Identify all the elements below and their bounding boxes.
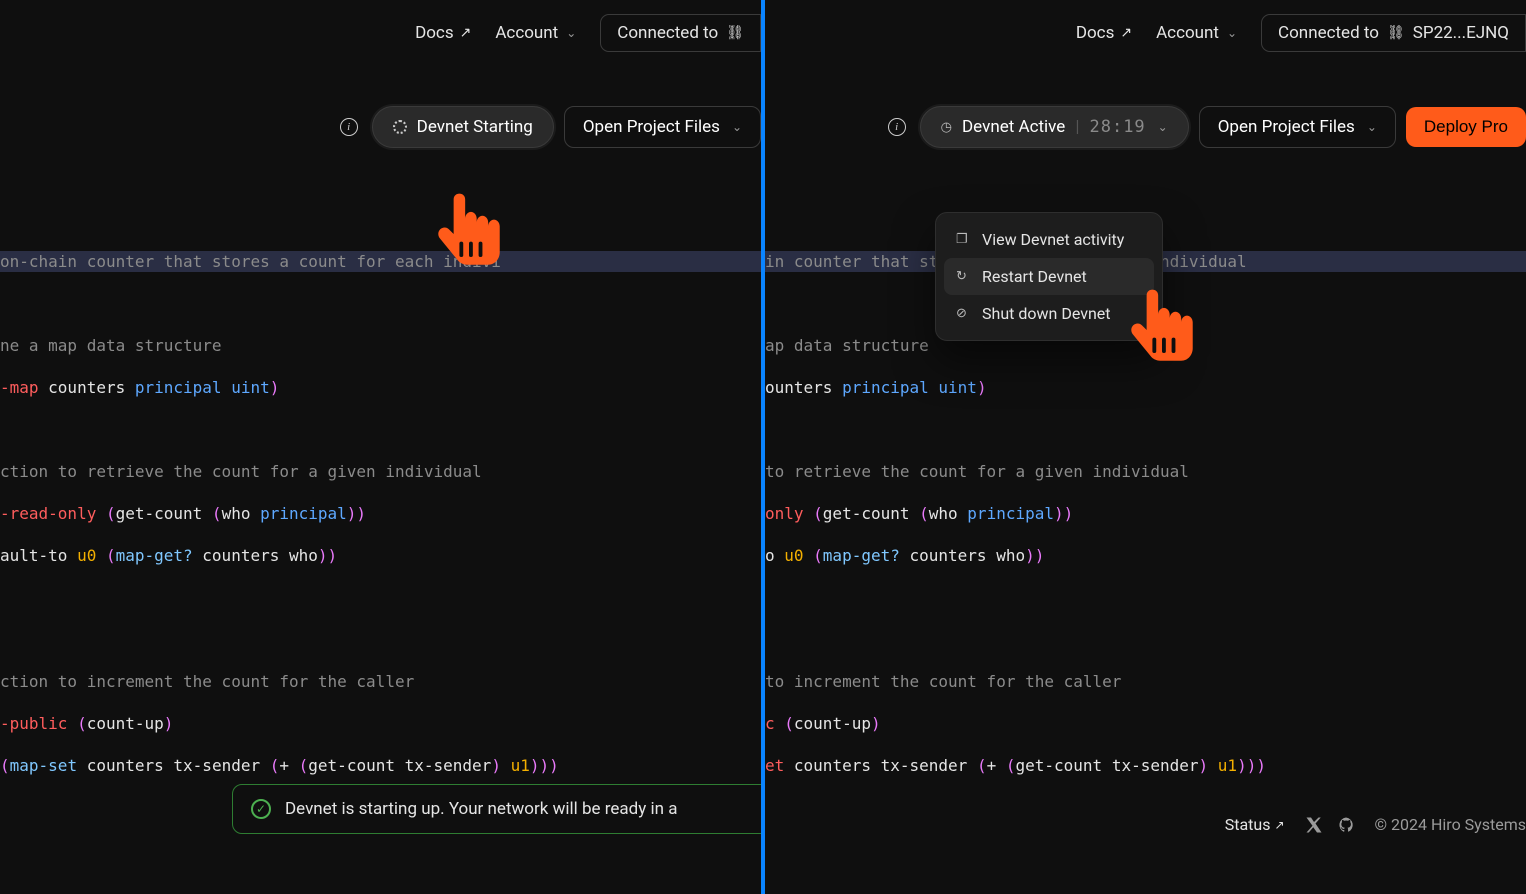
account-dropdown[interactable]: Account ⌄ — [1156, 23, 1237, 43]
deploy-button[interactable]: Deploy Pro — [1406, 107, 1526, 147]
header-right: Docs ↗ Account ⌄ Connected to ⛓ SP22...E… — [765, 0, 1526, 66]
code-keyword: -map — [0, 378, 39, 397]
external-link-icon: ↗ — [1120, 25, 1132, 41]
wallet-address: SP22...EJNQ — [1413, 23, 1509, 43]
docs-link[interactable]: Docs ↗ — [1076, 23, 1132, 43]
wallet-connection-pill[interactable]: Connected to ⛓ — [600, 14, 761, 52]
devnet-timer: 28:19 — [1089, 117, 1145, 137]
menu-shutdown-devnet[interactable]: ⊘ Shut down Devnet — [944, 295, 1154, 332]
info-icon[interactable]: i — [888, 118, 906, 136]
account-label: Account — [495, 23, 558, 43]
code-comment: ap data structure — [765, 336, 929, 355]
chevron-down-icon: ⌄ — [566, 26, 576, 40]
open-files-label: Open Project Files — [583, 117, 720, 137]
docs-link[interactable]: Docs ↗ — [415, 23, 471, 43]
status-label: Devnet Starting — [417, 117, 533, 137]
connected-label: Connected to — [617, 23, 718, 43]
panel-right: Docs ↗ Account ⌄ Connected to ⛓ SP22...E… — [765, 0, 1526, 894]
docs-label: Docs — [1076, 23, 1115, 43]
menu-label: Restart Devnet — [982, 267, 1087, 286]
toast-message: Devnet is starting up. Your network will… — [285, 799, 677, 819]
code-comment: to retrieve the count for a given indivi… — [765, 462, 1189, 481]
chevron-down-icon: ⌄ — [1227, 26, 1237, 40]
wallet-connection-pill[interactable]: Connected to ⛓ SP22...EJNQ — [1261, 14, 1526, 52]
chevron-down-icon: ⌄ — [1158, 120, 1168, 134]
code-comment: on-chain counter that stores a count for… — [0, 252, 501, 271]
open-project-files-button[interactable]: Open Project Files ⌄ — [564, 106, 761, 148]
cube-icon: ❐ — [956, 232, 972, 247]
header-left: Docs ↗ Account ⌄ Connected to ⛓ — [0, 0, 761, 66]
x-twitter-icon[interactable] — [1305, 816, 1323, 834]
external-link-icon: ↗ — [1274, 818, 1284, 832]
status-link[interactable]: Status ↗ — [1225, 815, 1285, 834]
info-icon[interactable]: i — [340, 118, 358, 136]
chevron-down-icon: ⌄ — [1367, 120, 1377, 134]
menu-restart-devnet[interactable]: ↻ Restart Devnet — [944, 258, 1154, 295]
devnet-status-pill[interactable]: ◷ Devnet Active | 28:19 ⌄ — [920, 106, 1189, 148]
connected-label: Connected to — [1278, 23, 1379, 43]
toolbar-right: i ◷ Devnet Active | 28:19 ⌄ Open Project… — [765, 66, 1526, 168]
account-dropdown[interactable]: Account ⌄ — [495, 23, 576, 43]
toolbar-left: i Devnet Starting Open Project Files ⌄ — [0, 66, 761, 168]
open-files-label: Open Project Files — [1218, 117, 1355, 137]
stacks-icon: ⛓ — [1387, 25, 1405, 41]
menu-label: Shut down Devnet — [982, 304, 1111, 323]
clock-icon: ◷ — [941, 120, 952, 135]
devnet-dropdown-menu: ❐ View Devnet activity ↻ Restart Devnet … — [935, 212, 1163, 341]
external-link-icon: ↗ — [460, 25, 472, 41]
devnet-status-pill[interactable]: Devnet Starting — [372, 106, 554, 148]
stacks-icon: ⛓ — [726, 25, 744, 41]
docs-label: Docs — [415, 23, 454, 43]
code-comment: ne a map data structure — [0, 336, 222, 355]
code-comment: ction to increment the count for the cal… — [0, 672, 414, 691]
social-icons — [1305, 816, 1355, 834]
menu-view-activity[interactable]: ❐ View Devnet activity — [944, 221, 1154, 258]
menu-label: View Devnet activity — [982, 230, 1124, 249]
github-icon[interactable] — [1337, 816, 1355, 834]
check-circle-icon: ✓ — [251, 799, 271, 819]
toast-notification: ✓ Devnet is starting up. Your network wi… — [232, 784, 765, 834]
footer: Status ↗ © 2024 Hiro Systems — [1225, 815, 1526, 834]
open-project-files-button[interactable]: Open Project Files ⌄ — [1199, 106, 1396, 148]
restart-icon: ↻ — [956, 269, 972, 284]
chevron-down-icon: ⌄ — [732, 120, 742, 134]
status-label: Status — [1225, 815, 1271, 834]
copyright-text: © 2024 Hiro Systems — [1375, 815, 1526, 834]
code-editor[interactable]: on-chain counter that stores a count for… — [0, 230, 761, 818]
status-label: Devnet Active — [962, 117, 1065, 137]
code-comment: ction to retrieve the count for a given … — [0, 462, 482, 481]
code-comment: to increment the count for the caller — [765, 672, 1121, 691]
power-icon: ⊘ — [956, 306, 972, 321]
panel-left: Docs ↗ Account ⌄ Connected to ⛓ i Devnet… — [0, 0, 765, 894]
account-label: Account — [1156, 23, 1219, 43]
spinner-icon — [393, 120, 407, 134]
